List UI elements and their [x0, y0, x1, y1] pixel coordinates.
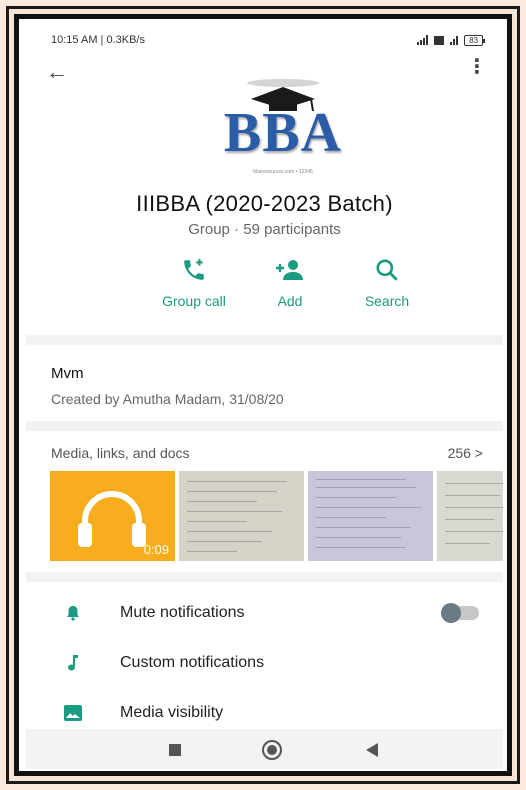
inner-frame: 10:15 AM | 0.3KB/s 83 ← ⋮ BBA bbaresourc… — [14, 14, 512, 776]
document-thumbnail[interactable] — [437, 471, 503, 561]
status-icons: 83 — [417, 34, 485, 46]
section-divider — [26, 572, 503, 582]
media-title[interactable]: Media, links, and docs — [51, 445, 190, 461]
media-header: Media, links, and docs 256 > — [51, 445, 483, 461]
group-subtitle: Group · 59 participants — [188, 221, 341, 238]
signal-icon — [417, 35, 429, 45]
image-icon — [62, 705, 84, 721]
back-arrow-icon[interactable]: ← — [46, 59, 68, 85]
section-divider — [26, 421, 503, 431]
battery-icon: 83 — [464, 34, 485, 46]
group-title: IIIBBA (2020-2023 Batch) — [136, 191, 393, 216]
add-button[interactable]: Add — [240, 257, 340, 309]
music-note-icon — [62, 654, 84, 672]
nav-back-button[interactable] — [366, 743, 378, 757]
toggle-knob — [441, 603, 461, 623]
document-thumbnail[interactable] — [308, 471, 433, 561]
created-by: Created by Amutha Madam, 31/08/20 — [51, 391, 284, 407]
custom-notifications-row[interactable]: Custom notifications — [26, 643, 503, 683]
add-label: Add — [277, 293, 303, 309]
search-icon — [337, 257, 437, 283]
home-button[interactable] — [262, 740, 282, 760]
search-button[interactable]: Search — [337, 257, 437, 309]
audio-duration: 0:09 — [143, 542, 169, 557]
group-description[interactable]: Mvm — [51, 365, 84, 382]
section-divider — [26, 335, 503, 345]
document-thumbnail[interactable] — [179, 471, 304, 561]
status-bar: 10:15 AM | 0.3KB/s 83 — [26, 25, 503, 55]
media-thumbnails: 0:09 — [50, 471, 503, 561]
more-options-icon[interactable]: ⋮ — [467, 57, 487, 77]
mute-notifications-row[interactable]: Mute notifications — [26, 593, 503, 633]
bell-icon — [62, 605, 84, 621]
logo-caption: bbaresources.com • 12345 — [253, 169, 313, 175]
mute-toggle[interactable] — [441, 603, 479, 623]
group-call-button[interactable]: Group call — [144, 257, 244, 309]
recents-button[interactable] — [169, 744, 181, 756]
search-label: Search — [364, 293, 410, 309]
action-bar: Group call Add Search — [26, 257, 503, 317]
sim-icon — [434, 35, 445, 45]
group-avatar[interactable]: BBA bbaresources.com • 12345 — [203, 71, 363, 181]
logo-text: BBA — [223, 102, 343, 164]
android-nav-bar — [26, 729, 503, 769]
audio-thumbnail[interactable]: 0:09 — [50, 471, 175, 561]
group-call-label: Group call — [162, 293, 226, 309]
custom-notifications-label: Custom notifications — [120, 654, 265, 671]
signal-icon-2 — [450, 35, 459, 45]
media-count[interactable]: 256 > — [448, 445, 483, 461]
phone-screen: 10:15 AM | 0.3KB/s 83 ← ⋮ BBA bbaresourc… — [26, 25, 503, 769]
group-call-icon — [144, 257, 244, 283]
media-visibility-row[interactable]: Media visibility — [26, 693, 503, 733]
mute-notifications-label: Mute notifications — [120, 604, 245, 621]
media-visibility-label: Media visibility — [120, 704, 224, 721]
add-person-icon — [240, 257, 340, 283]
status-time: 10:15 AM | 0.3KB/s — [51, 34, 145, 46]
